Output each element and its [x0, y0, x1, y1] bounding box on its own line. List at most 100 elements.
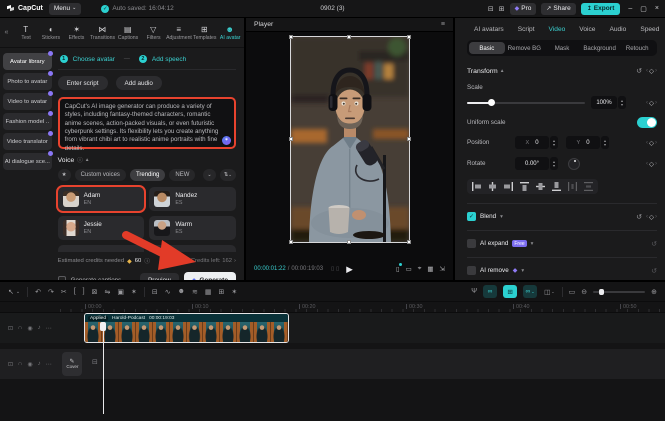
- scale-stepper[interactable]: ▴▾: [618, 96, 626, 109]
- position-y-stepper[interactable]: ▴▾: [601, 136, 609, 149]
- keyframe-control[interactable]: ‹◇›: [646, 67, 657, 75]
- collapse-panel-button[interactable]: «: [0, 29, 13, 36]
- collapse-voice-icon[interactable]: ▴: [86, 157, 89, 163]
- rotate-stepper[interactable]: ▴▾: [550, 157, 558, 170]
- distribute-h-button[interactable]: [566, 181, 579, 192]
- distribute-v-button[interactable]: [582, 181, 595, 192]
- track-type-icon[interactable]: ⊡: [8, 361, 13, 368]
- zoom-out-icon[interactable]: ⊖: [581, 288, 587, 296]
- align-right-button[interactable]: [502, 181, 515, 192]
- rotate-dial[interactable]: [568, 158, 580, 170]
- player-menu-icon[interactable]: ≡: [441, 21, 445, 28]
- zoom-slider-knob[interactable]: [599, 289, 604, 295]
- filter-collapse-button[interactable]: ⌄: [203, 169, 215, 181]
- favorites-filter[interactable]: ★: [58, 169, 71, 181]
- maximize-button[interactable]: ▢: [640, 5, 647, 13]
- reset-icon[interactable]: ↺: [636, 213, 642, 221]
- ai-remove-checkbox[interactable]: [467, 266, 476, 275]
- cover-button[interactable]: ✎ Cover: [62, 352, 82, 376]
- video-clip-harold-podcast[interactable]: Applied Harold-Podcast 00:00:19:03: [84, 313, 289, 343]
- nav-video-to-avatar[interactable]: Video to avatar: [3, 93, 52, 110]
- magnetic-snap-toggle[interactable]: ⊞: [503, 285, 517, 298]
- next-frame-icon[interactable]: ▯: [336, 266, 339, 272]
- selection-handle[interactable]: [347, 35, 351, 39]
- audio-wave-icon[interactable]: ∿: [165, 288, 171, 296]
- nav-avatar-library[interactable]: Avatar library: [3, 53, 52, 70]
- prev-keyframe-icon[interactable]: ‹: [646, 100, 648, 106]
- subtab-remove-bg[interactable]: Remove BG: [507, 42, 543, 54]
- tab-captions[interactable]: ▤Captions: [115, 25, 141, 41]
- filter-custom-voices[interactable]: Custom voices: [75, 169, 126, 181]
- align-bottom-button[interactable]: [550, 181, 563, 192]
- chevron-down-icon[interactable]: ▾: [521, 268, 524, 274]
- next-keyframe-icon[interactable]: ›: [655, 100, 657, 106]
- media-folder-icon[interactable]: ⊞: [218, 288, 224, 296]
- fullscreen-icon[interactable]: ⇲: [440, 265, 445, 273]
- render-quality-icon[interactable]: ⌖: [418, 265, 422, 273]
- scale-keyframe[interactable]: ‹◇›: [646, 99, 657, 107]
- scale-slider-knob[interactable]: [488, 99, 495, 106]
- subtab-retouch[interactable]: Retouch: [619, 42, 655, 54]
- display-mode-icon[interactable]: ▭: [406, 265, 412, 273]
- magic-tool-icon[interactable]: ✶: [131, 288, 137, 296]
- play-button[interactable]: ▶: [346, 264, 353, 275]
- align-middle-v-button[interactable]: [534, 181, 547, 192]
- info-icon[interactable]: ⓘ: [144, 257, 150, 265]
- keyframe-diamond-icon[interactable]: ◇: [649, 99, 654, 107]
- nav-video-translator[interactable]: Video translator: [3, 133, 52, 150]
- rotate-input[interactable]: 0.00°: [515, 157, 549, 170]
- enter-script-button[interactable]: Enter script: [58, 76, 108, 90]
- step-down-icon[interactable]: ▾: [604, 143, 606, 147]
- prev-keyframe-icon[interactable]: ‹: [646, 140, 648, 146]
- selection-handle[interactable]: [407, 137, 411, 141]
- selection-handle[interactable]: [289, 35, 293, 39]
- blend-keyframe[interactable]: ‹◇›: [646, 213, 657, 221]
- align-top-button[interactable]: [518, 181, 531, 192]
- prev-keyframe-icon[interactable]: ‹: [646, 214, 648, 220]
- panel-layout-icon[interactable]: ⊞: [499, 5, 505, 13]
- tab-audio[interactable]: Audio: [602, 26, 633, 33]
- ai-sparkle-icon[interactable]: ✶: [222, 136, 231, 145]
- grid-overlay-icon[interactable]: ▦: [427, 265, 433, 273]
- layout-toggle-icon[interactable]: ⊟: [488, 5, 494, 13]
- track-type-icon[interactable]: ⊡: [8, 325, 13, 332]
- voice-card-nandez[interactable]: NandezES: [149, 187, 236, 211]
- reset-icon[interactable]: ↺: [651, 240, 657, 248]
- tab-filters[interactable]: ▽Filters: [141, 25, 167, 41]
- info-icon[interactable]: ⓘ: [77, 156, 83, 164]
- delete-icon[interactable]: ⊠: [92, 288, 98, 296]
- keyframe-diamond-icon[interactable]: ◇: [649, 67, 654, 75]
- next-keyframe-icon[interactable]: ›: [655, 161, 657, 167]
- position-x-input[interactable]: X0: [515, 136, 549, 149]
- tab-stickers[interactable]: ◐Stickers: [39, 25, 65, 41]
- selection-handle[interactable]: [289, 137, 293, 141]
- linking-toggle[interactable]: ∞⌄: [523, 285, 537, 298]
- share-button[interactable]: ↗ Share: [541, 3, 575, 15]
- voice-card-warm[interactable]: WarmES: [149, 216, 236, 240]
- position-keyframe[interactable]: ‹◇›: [646, 139, 657, 147]
- pro-button[interactable]: ◆ Pro: [510, 3, 537, 15]
- tab-transitions[interactable]: ⋈Transitions: [90, 25, 116, 41]
- ai-expand-checkbox[interactable]: [467, 239, 476, 248]
- chevron-down-icon[interactable]: ▾: [500, 214, 503, 220]
- next-keyframe-icon[interactable]: ›: [655, 68, 657, 74]
- voice-card-jessie[interactable]: JessieEN: [58, 216, 145, 240]
- script-textarea[interactable]: CapCut's AI image generator can produce …: [58, 97, 236, 149]
- more-icon[interactable]: ⋯: [46, 361, 52, 368]
- selection-handle[interactable]: [407, 240, 411, 244]
- selection-handle[interactable]: [289, 240, 293, 244]
- selection-handle[interactable]: [407, 35, 411, 39]
- sort-button[interactable]: ⇅⌄: [220, 169, 236, 181]
- visibility-icon[interactable]: ◉: [27, 325, 32, 332]
- playhead-handle[interactable]: [100, 322, 106, 331]
- subtab-basic[interactable]: Basic: [469, 42, 505, 54]
- visibility-icon[interactable]: ◉: [27, 361, 32, 368]
- filter-trending[interactable]: Trending: [130, 169, 165, 181]
- lock-icon[interactable]: ∩: [18, 325, 22, 331]
- credits-left[interactable]: Credits left: 162 ›: [191, 258, 236, 264]
- auto-ripple-toggle[interactable]: ∞: [483, 285, 497, 298]
- overlay-track-icon[interactable]: ⊟: [152, 288, 158, 296]
- rotate-keyframe[interactable]: ‹◇›: [646, 160, 657, 168]
- mute-icon[interactable]: ♪: [38, 361, 41, 367]
- render-preview-icon[interactable]: ▭: [569, 288, 576, 296]
